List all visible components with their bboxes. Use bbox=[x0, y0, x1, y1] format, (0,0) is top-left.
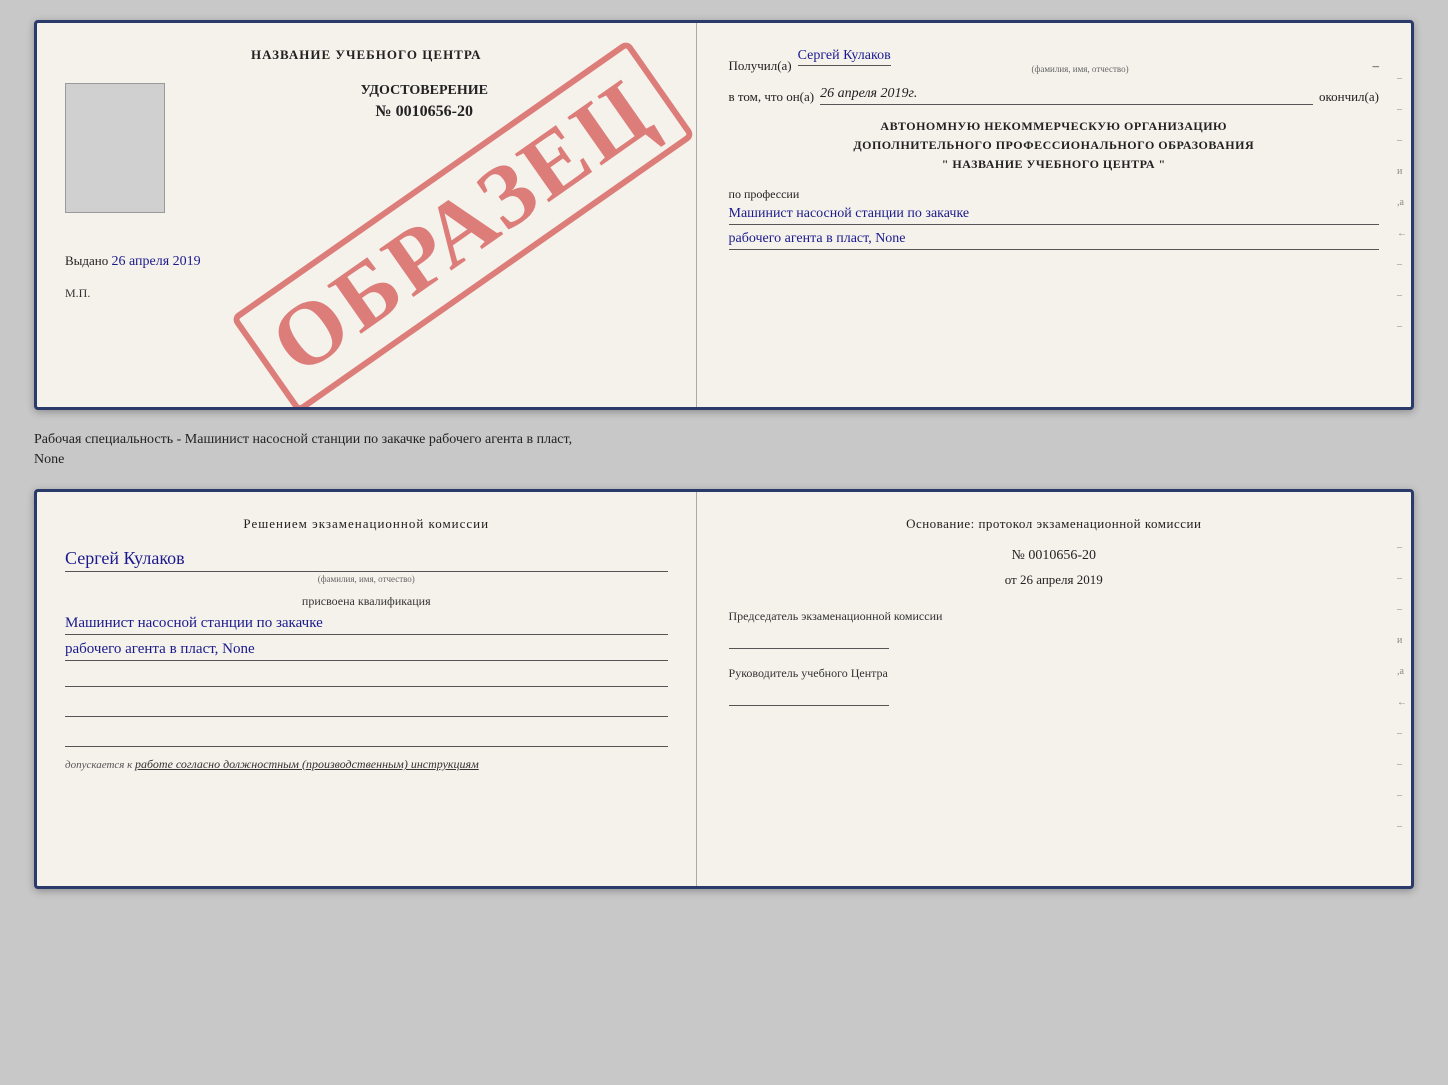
okonchil-label: окончил(а) bbox=[1319, 89, 1379, 105]
mp-label: М.П. bbox=[65, 286, 668, 301]
cert-issued-block: Выдано 26 апреля 2019 bbox=[65, 253, 668, 270]
profession-line1-top: Машинист насосной станции по закачке bbox=[729, 206, 1379, 225]
prisvoena-label: присвоена квалификация bbox=[65, 594, 668, 609]
protocol-number: № 0010656-20 bbox=[729, 548, 1379, 564]
qualification-line2: рабочего агента в пласт, None bbox=[65, 641, 668, 661]
blank-line-1 bbox=[65, 667, 668, 687]
chairman-sig-line bbox=[729, 629, 889, 649]
protocol-date-value: 26 апреля 2019 bbox=[1020, 572, 1103, 587]
side-marks-bottom: – – – и ,а ← – – – – bbox=[1397, 542, 1407, 832]
person-name-bottom: Сергей Кулаков bbox=[65, 548, 668, 572]
bottom-right-panel: Основание: протокол экзаменационной коми… bbox=[697, 492, 1411, 886]
dopusk-label: допускается к bbox=[65, 759, 132, 771]
chairman-label: Председатель экзаменационной комиссии bbox=[729, 608, 1379, 625]
between-line1: Рабочая специальность - Машинист насосно… bbox=[34, 430, 1414, 450]
issued-date: 26 апреля 2019 bbox=[112, 254, 201, 269]
person-name-top: Сергей Кулаков bbox=[798, 48, 891, 66]
vtom-row: в том, что он(а) 26 апреля 2019г. окончи… bbox=[729, 86, 1379, 105]
commission-title: Решением экзаменационной комиссии bbox=[65, 516, 668, 532]
qualification-line1: Машинист насосной станции по закачке bbox=[65, 615, 668, 635]
cert-center-area: УДОСТОВЕРЕНИЕ № 0010656-20 bbox=[65, 83, 668, 213]
profession-line2-top: рабочего агента в пласт, None bbox=[729, 231, 1379, 250]
udostoverenie-label: УДОСТОВЕРЕНИЕ bbox=[181, 83, 668, 99]
protocol-date-prefix: от bbox=[1005, 572, 1017, 587]
org-line3: " НАЗВАНИЕ УЧЕБНОГО ЦЕНТРА " bbox=[729, 155, 1379, 174]
vtom-label: в том, что он(а) bbox=[729, 89, 815, 105]
blank-line-2 bbox=[65, 697, 668, 717]
chairman-block: Председатель экзаменационной комиссии bbox=[729, 608, 1379, 649]
between-line2: None bbox=[34, 450, 1414, 470]
top-document: НАЗВАНИЕ УЧЕБНОГО ЦЕНТРА УДОСТОВЕРЕНИЕ №… bbox=[34, 20, 1414, 410]
po-professii: по профессии bbox=[729, 187, 1379, 202]
org-line2: ДОПОЛНИТЕЛЬНОГО ПРОФЕССИОНАЛЬНОГО ОБРАЗО… bbox=[729, 136, 1379, 155]
dopusk-value: работе согласно должностным (производств… bbox=[135, 757, 479, 771]
issued-label: Выдано bbox=[65, 253, 108, 268]
poluchil-row: Получил(а) Сергей Кулаков (фамилия, имя,… bbox=[729, 47, 1379, 74]
top-right-panel: Получил(а) Сергей Кулаков (фамилия, имя,… bbox=[697, 23, 1411, 407]
dopusk-block: допускается к работе согласно должностны… bbox=[65, 757, 668, 772]
top-left-panel: НАЗВАНИЕ УЧЕБНОГО ЦЕНТРА УДОСТОВЕРЕНИЕ №… bbox=[37, 23, 697, 407]
poluchil-label: Получил(а) bbox=[729, 58, 792, 74]
name-hint-bottom: (фамилия, имя, отчество) bbox=[65, 574, 668, 584]
rukovod-sig-line bbox=[729, 686, 889, 706]
org-block: АВТОНОМНУЮ НЕКОММЕРЧЕСКУЮ ОРГАНИЗАЦИЮ ДО… bbox=[729, 117, 1379, 175]
osnov-title: Основание: протокол экзаменационной коми… bbox=[729, 516, 1379, 532]
date-value: 26 апреля 2019г. bbox=[820, 86, 1313, 105]
side-marks-top: – – – и ,а ← – – – bbox=[1397, 73, 1407, 332]
cert-number: № 0010656-20 bbox=[181, 103, 668, 121]
rukovod-label: Руководитель учебного Центра bbox=[729, 665, 1379, 682]
bottom-document: Решением экзаменационной комиссии Сергей… bbox=[34, 489, 1414, 889]
top-cert-title: НАЗВАНИЕ УЧЕБНОГО ЦЕНТРА bbox=[65, 47, 668, 63]
between-text: Рабочая специальность - Машинист насосно… bbox=[34, 426, 1414, 473]
top-right-content: Получил(а) Сергей Кулаков (фамилия, имя,… bbox=[729, 47, 1379, 250]
bottom-left-panel: Решением экзаменационной комиссии Сергей… bbox=[37, 492, 697, 886]
org-line1: АВТОНОМНУЮ НЕКОММЕРЧЕСКУЮ ОРГАНИЗАЦИЮ bbox=[729, 117, 1379, 136]
cert-photo bbox=[65, 83, 165, 213]
blank-line-3 bbox=[65, 727, 668, 747]
protocol-date: от 26 апреля 2019 bbox=[729, 572, 1379, 588]
cert-main-text: УДОСТОВЕРЕНИЕ № 0010656-20 bbox=[181, 83, 668, 129]
rukovod-block: Руководитель учебного Центра bbox=[729, 665, 1379, 706]
